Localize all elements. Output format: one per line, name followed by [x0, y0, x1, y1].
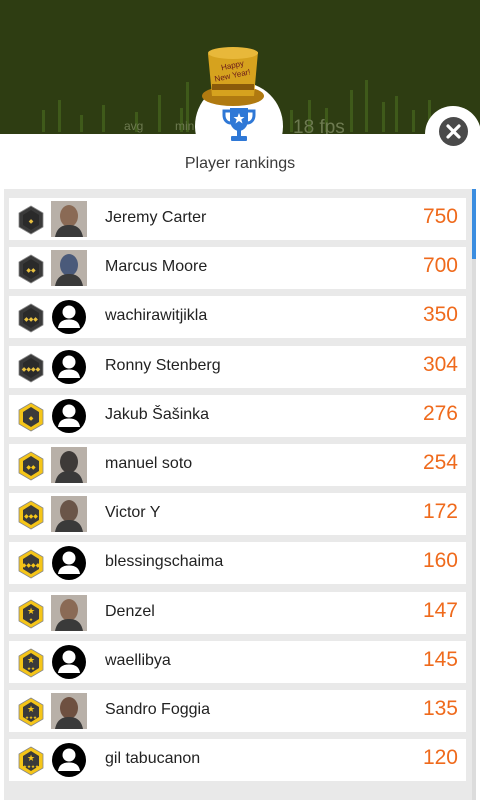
avatar-photo: [51, 693, 87, 729]
svg-text:★★★: ★★★: [25, 715, 37, 721]
default-avatar-icon: [51, 398, 87, 434]
svg-text:★: ★: [27, 705, 35, 715]
player-score: 172: [422, 500, 458, 524]
svg-text:◆◆◆◆: ◆◆◆◆: [22, 366, 41, 373]
svg-text:★★★★: ★★★★: [23, 764, 39, 770]
player-score: 276: [422, 401, 458, 425]
svg-text:◆: ◆: [29, 218, 34, 225]
ranking-row[interactable]: ★ ★★ waellibya 145: [9, 640, 466, 683]
player-name: Jeremy Carter: [105, 209, 207, 226]
fps-avg-label: avg: [124, 119, 144, 133]
player-score: 304: [422, 352, 458, 376]
rank-star-1-icon: ★ ★: [18, 599, 44, 629]
player-name: manuel soto: [105, 455, 193, 472]
close-button[interactable]: [439, 117, 468, 146]
avatar-photo: [51, 496, 87, 533]
player-score: 700: [422, 254, 458, 278]
player-score: 160: [422, 549, 458, 573]
trophy-icon: [222, 108, 256, 141]
avatar-photo: [51, 447, 87, 483]
svg-text:◆◆: ◆◆: [26, 464, 36, 471]
svg-text:◆◆◆: ◆◆◆: [24, 316, 38, 323]
ranking-row[interactable]: ★ ★ Denzel 147: [9, 591, 466, 634]
fps-min-label: min: [175, 119, 195, 133]
rank-dark-4-icon: ◆◆◆◆: [18, 353, 44, 383]
svg-text:★: ★: [29, 617, 33, 623]
player-score: 254: [422, 451, 458, 474]
rankings-list[interactable]: ◆ Jeremy Carter 750 ◆◆ Marcus Moore 700 ◆◆◆ wac…: [4, 189, 476, 800]
player-score: 120: [422, 746, 458, 770]
player-name: blessingschaima: [105, 553, 224, 571]
scrollbar-track[interactable]: [472, 189, 476, 800]
rank-star-2-icon: ★ ★★: [18, 648, 44, 678]
player-name: Sandro Foggia: [105, 701, 210, 718]
rank-gold-3-icon: ◆◆◆: [18, 500, 44, 530]
ranking-row[interactable]: ★ ★★★★ gil tabucanon 120: [9, 739, 466, 782]
rank-gold-1-icon: ◆: [18, 402, 44, 432]
rank-dark-3-icon: ◆◆◆: [18, 303, 44, 333]
avatar-photo: [51, 201, 87, 237]
player-name: wachirawitjikla: [105, 307, 208, 325]
player-name: Marcus Moore: [105, 258, 208, 276]
player-name: Denzel: [105, 602, 155, 620]
rank-gold-2-icon: ◆◆: [18, 451, 44, 481]
ranking-row[interactable]: ◆◆◆ wachirawitjikla 350: [9, 296, 466, 339]
player-name: gil tabucanon: [105, 750, 201, 768]
svg-text:◆: ◆: [29, 415, 34, 422]
party-hat-icon: Happy New Year!: [202, 47, 264, 106]
scrollbar-thumb[interactable]: [472, 189, 476, 259]
default-avatar-icon: [51, 349, 87, 385]
rank-dark-2-icon: ◆◆: [18, 254, 44, 284]
avatar-photo: [51, 594, 87, 631]
rank-dark-1-icon: ◆: [18, 205, 44, 235]
svg-text:◆◆◆◆: ◆◆◆◆: [22, 562, 41, 569]
svg-text:◆◆◆: ◆◆◆: [24, 513, 38, 520]
svg-text:★: ★: [27, 754, 35, 764]
ranking-row[interactable]: ◆ Jakub Šašinka 276: [9, 394, 466, 437]
ranking-row[interactable]: ◆◆◆◆ Ronny Stenberg 304: [9, 345, 466, 388]
player-name: waellibya: [105, 651, 171, 669]
default-avatar-icon: [51, 742, 87, 778]
ranking-row[interactable]: ◆◆ Marcus Moore 700: [9, 247, 466, 290]
player-name: Jakub Šašinka: [105, 405, 210, 423]
default-avatar-icon: [51, 299, 87, 335]
player-score: 350: [422, 303, 458, 327]
player-name: Victor Y: [105, 504, 161, 522]
rank-gold-4-icon: ◆◆◆◆: [18, 549, 44, 579]
close-icon: [446, 124, 461, 139]
svg-text:★: ★: [27, 656, 35, 666]
svg-text:★★: ★★: [27, 666, 35, 672]
player-score: 135: [422, 697, 458, 720]
ranking-row[interactable]: ◆◆◆◆ blessingschaima 160: [9, 542, 466, 585]
ranking-row[interactable]: ◆ Jeremy Carter 750: [9, 198, 466, 240]
default-avatar-icon: [51, 545, 87, 581]
player-score: 145: [422, 647, 458, 671]
page-title: Player rankings: [184, 155, 296, 172]
player-score: 147: [422, 598, 458, 622]
default-avatar-icon: [51, 644, 87, 680]
avatar-photo: [51, 250, 87, 287]
ranking-row[interactable]: ◆◆ manuel soto 254: [9, 444, 466, 486]
svg-text:★: ★: [27, 607, 35, 617]
ranking-row[interactable]: ★ ★★★ Sandro Foggia 135: [9, 690, 466, 732]
ranking-row[interactable]: ◆◆◆ Victor Y 172: [9, 493, 466, 536]
player-name: Ronny Stenberg: [105, 356, 221, 374]
rank-star-4-icon: ★ ★★★★: [18, 746, 44, 776]
player-score: 750: [422, 205, 458, 228]
rank-star-3-icon: ★ ★★★: [18, 697, 44, 727]
svg-text:◆◆: ◆◆: [26, 267, 36, 274]
